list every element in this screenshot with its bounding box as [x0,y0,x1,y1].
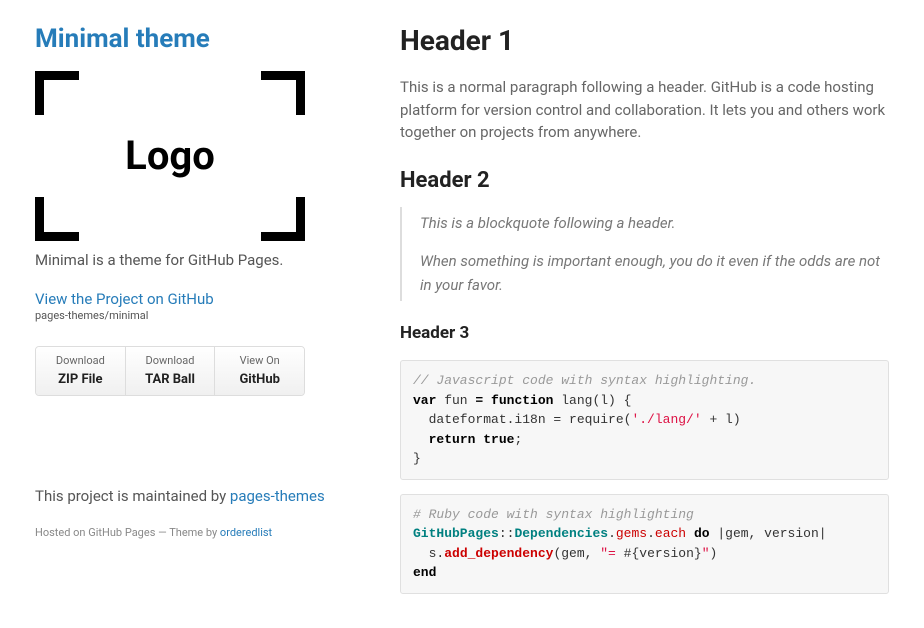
maintained-prefix: This project is maintained by [35,487,230,505]
code-class: GitHubPages [413,526,499,541]
maintained-text: This project is maintained by pages-them… [35,486,335,507]
code-text: . [647,526,655,541]
code-keyword: end [413,565,436,580]
btn-big: TAR Ball [126,370,215,390]
heading-3: Header 3 [400,321,889,347]
sidebar: Minimal theme Logo Minimal is a theme fo… [35,20,335,608]
hosted-prefix: Hosted on GitHub Pages — Theme by [35,526,220,539]
code-text: . [608,526,616,541]
github-slug: pages-themes/minimal [35,308,335,325]
code-text: dateformat.i18n = require( [413,412,631,427]
btn-small: View On [215,353,304,370]
btn-big: GitHub [215,370,304,390]
tagline: Minimal is a theme for GitHub Pages. [35,249,335,272]
code-comment: # Ruby code with syntax highlighting [413,507,694,522]
code-text: + l) [702,412,741,427]
code-keyword: do [694,526,710,541]
logo-text: Logo [125,126,215,186]
code-text: fun [436,393,475,408]
btn-big: ZIP File [36,370,125,390]
code-text: |gem, version| [710,526,827,541]
code-interp: } [694,546,702,561]
code-keyword: function [483,393,553,408]
btn-small: Download [36,353,125,370]
btn-small: Download [126,353,215,370]
code-function: add_dependency [444,546,553,561]
heading-2: Header 2 [400,164,889,197]
code-method: each [655,526,686,541]
code-text: lang(l) { [553,393,631,408]
code-interp: #{ [624,546,640,561]
code-string: " [702,546,710,561]
download-tar-button[interactable]: Download TAR Ball [126,347,216,395]
blockquote-line-2: When something is important enough, you … [420,249,889,297]
download-buttons: Download ZIP File Download TAR Ball View… [35,346,305,396]
paragraph-1: This is a normal paragraph following a h… [400,76,889,144]
blockquote: This is a blockquote following a header.… [400,207,889,301]
code-text: s. [413,546,444,561]
view-github-button[interactable]: View On GitHub [215,347,304,395]
corner-tr-icon [261,71,305,115]
code-class: Dependencies [514,526,608,541]
corner-tl-icon [35,71,79,115]
github-link[interactable]: View the Project on GitHub [35,290,335,308]
corner-br-icon [261,197,305,241]
heading-1: Header 1 [400,20,889,62]
main-content: Header 1 This is a normal paragraph foll… [400,20,889,608]
code-text: ) [710,546,718,561]
code-keyword: return true [429,432,515,447]
hosted-text: Hosted on GitHub Pages — Theme by ordere… [35,525,335,542]
code-block-js: // Javascript code with syntax highlight… [400,360,889,480]
code-text: :: [499,526,515,541]
code-text: version [639,546,694,561]
blockquote-line-1: This is a blockquote following a header. [420,211,889,235]
download-zip-button[interactable]: Download ZIP File [36,347,126,395]
code-string: './lang/' [631,412,701,427]
code-block-ruby: # Ruby code with syntax highlighting Git… [400,494,889,594]
code-text: ; [514,432,522,447]
code-text: } [413,451,421,466]
code-keyword: var [413,393,436,408]
code-text [413,432,429,447]
site-title[interactable]: Minimal theme [35,20,335,59]
code-text: (gem, [553,546,600,561]
hosted-link[interactable]: orderedlist [220,526,272,539]
logo-image: Logo [35,71,305,241]
code-method: gems [616,526,647,541]
code-comment: // Javascript code with syntax highlight… [413,373,756,388]
code-text [686,526,694,541]
code-string: "= [600,546,623,561]
corner-bl-icon [35,197,79,241]
maintained-link[interactable]: pages-themes [230,487,325,505]
